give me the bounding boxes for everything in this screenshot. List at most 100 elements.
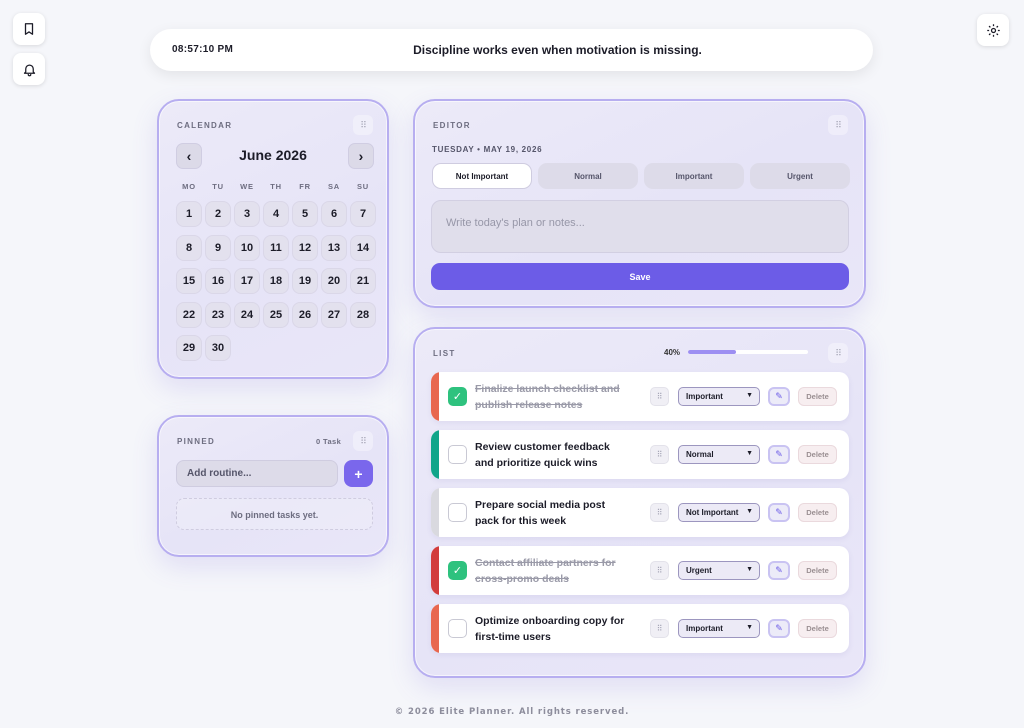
calendar-day[interactable]: 16: [205, 268, 231, 294]
card-title: EDITOR: [433, 121, 471, 130]
delete-button[interactable]: Delete: [798, 503, 837, 522]
drag-handle-icon[interactable]: ⠿: [828, 343, 848, 363]
calendar-day[interactable]: 10: [234, 234, 260, 261]
drag-handle-icon[interactable]: ⠿: [650, 503, 669, 522]
calendar-day[interactable]: 2: [205, 201, 231, 227]
task-priority-select[interactable]: Not Important ▼: [678, 503, 760, 522]
pinned-card: PINNED 0 Task ⠿ Add routine... + No pinn…: [157, 415, 389, 557]
calendar-day[interactable]: 8: [176, 234, 202, 261]
notifications-button[interactable]: [13, 53, 45, 85]
calendar-day[interactable]: 27: [321, 301, 347, 328]
add-routine-button[interactable]: +: [344, 460, 373, 487]
task-priority-select[interactable]: Normal ▼: [678, 445, 760, 464]
calendar-day[interactable]: 4: [263, 201, 289, 227]
task-text: Prepare social media post pack for this …: [475, 499, 606, 527]
bookmark-button[interactable]: [13, 13, 45, 45]
edit-button[interactable]: ✎: [768, 561, 790, 580]
settings-button[interactable]: [977, 14, 1009, 46]
task-checkbox[interactable]: [448, 445, 467, 464]
chevron-down-icon: ▼: [746, 450, 753, 457]
drag-handle-icon[interactable]: ⠿: [828, 115, 848, 135]
selected-priority: Urgent: [686, 566, 712, 575]
calendar-day[interactable]: 25: [263, 301, 289, 328]
pinned-count: 0 Task: [316, 437, 342, 446]
add-routine-input[interactable]: Add routine...: [176, 460, 338, 487]
weekday-label: MO: [182, 182, 196, 191]
calendar-day[interactable]: 13: [321, 234, 347, 261]
calendar-day[interactable]: 22: [176, 301, 202, 328]
calendar-day[interactable]: 3: [234, 201, 260, 227]
weekday-label: SA: [327, 182, 341, 191]
selected-priority: Not Important: [686, 508, 739, 517]
calendar-day[interactable]: 11: [263, 234, 289, 261]
drag-handle-icon[interactable]: ⠿: [353, 115, 373, 135]
drag-handle-icon[interactable]: ⠿: [650, 619, 669, 638]
delete-button[interactable]: Delete: [798, 445, 837, 464]
calendar-day[interactable]: 5: [292, 201, 318, 227]
next-month-button[interactable]: ›: [348, 143, 374, 169]
card-title: CALENDAR: [177, 121, 233, 130]
priority-color-bar: [431, 372, 439, 421]
calendar-day[interactable]: 1: [176, 201, 202, 227]
task-checkbox[interactable]: [448, 503, 467, 522]
task-item: ✓ Contact affiliate partners for cross-pr…: [431, 546, 849, 595]
calendar-day[interactable]: 15: [176, 268, 202, 294]
task-text: Optimize onboarding copy for first-time …: [475, 615, 625, 643]
task-priority-select[interactable]: Urgent ▼: [678, 561, 760, 580]
drag-handle-icon[interactable]: ⠿: [650, 561, 669, 580]
bookmark-icon: [24, 23, 34, 35]
edit-button[interactable]: ✎: [768, 445, 790, 464]
priority-option-urgent[interactable]: Urgent: [750, 163, 850, 189]
delete-button[interactable]: Delete: [798, 619, 837, 638]
chevron-down-icon: ▼: [746, 566, 753, 573]
weekday-label: TH: [270, 182, 282, 191]
drag-handle-icon[interactable]: ⠿: [353, 431, 373, 451]
card-title: PINNED: [177, 437, 216, 446]
calendar-day[interactable]: 18: [263, 268, 289, 294]
task-checkbox[interactable]: ✓: [448, 561, 467, 580]
notes-input[interactable]: Write today's plan or notes...: [431, 200, 849, 253]
calendar-day[interactable]: 24: [234, 301, 260, 328]
calendar-day[interactable]: 7: [350, 201, 376, 227]
weekday-label: SU: [356, 182, 370, 191]
gear-icon: [986, 23, 1000, 37]
priority-option-normal[interactable]: Normal: [538, 163, 638, 189]
calendar-day[interactable]: 17: [234, 268, 260, 294]
drag-handle-icon[interactable]: ⠿: [650, 387, 669, 406]
chevron-down-icon: ▼: [746, 508, 753, 515]
top-bar: 08:57:10 PM Discipline works even when m…: [150, 29, 873, 71]
calendar-day[interactable]: 20: [321, 268, 347, 294]
calendar-day[interactable]: 9: [205, 234, 231, 261]
drag-handle-icon[interactable]: ⠿: [650, 445, 669, 464]
edit-button[interactable]: ✎: [768, 619, 790, 638]
calendar-day[interactable]: 28: [350, 301, 376, 328]
calendar-day[interactable]: 23: [205, 301, 231, 328]
edit-button[interactable]: ✎: [768, 387, 790, 406]
delete-button[interactable]: Delete: [798, 561, 837, 580]
calendar-day[interactable]: 19: [292, 268, 318, 294]
edit-button[interactable]: ✎: [768, 503, 790, 522]
chevron-down-icon: ▼: [746, 392, 753, 399]
calendar-card: CALENDAR ⠿ ‹ June 2026 › MO TU WE TH FR SA SU 1…: [157, 99, 389, 379]
list-card: LIST 40% ⠿ ✓ Finalize launch checklist an…: [413, 327, 866, 678]
calendar-day[interactable]: 29: [176, 335, 202, 361]
calendar-day[interactable]: 21: [350, 268, 376, 294]
save-button[interactable]: Save: [431, 263, 849, 290]
calendar-day[interactable]: 26: [292, 301, 318, 328]
editor-card: EDITOR ⠿ TUESDAY • MAY 19, 2026 Not Impo…: [413, 99, 866, 308]
task-checkbox[interactable]: [448, 619, 467, 638]
calendar-day[interactable]: 14: [350, 234, 376, 261]
calendar-day[interactable]: 12: [292, 234, 318, 261]
bell-icon: [23, 64, 35, 76]
progress-label: 40%: [664, 348, 681, 357]
card-title: LIST: [433, 349, 456, 358]
task-priority-select[interactable]: Important ▼: [678, 387, 760, 406]
calendar-day[interactable]: 30: [205, 335, 231, 361]
priority-option-not-important[interactable]: Not Important: [432, 163, 532, 189]
task-checkbox[interactable]: ✓: [448, 387, 467, 406]
task-priority-select[interactable]: Important ▼: [678, 619, 760, 638]
calendar-day[interactable]: 6: [321, 201, 347, 227]
priority-option-important[interactable]: Important: [644, 163, 744, 189]
weekday-label: WE: [240, 182, 254, 191]
delete-button[interactable]: Delete: [798, 387, 837, 406]
